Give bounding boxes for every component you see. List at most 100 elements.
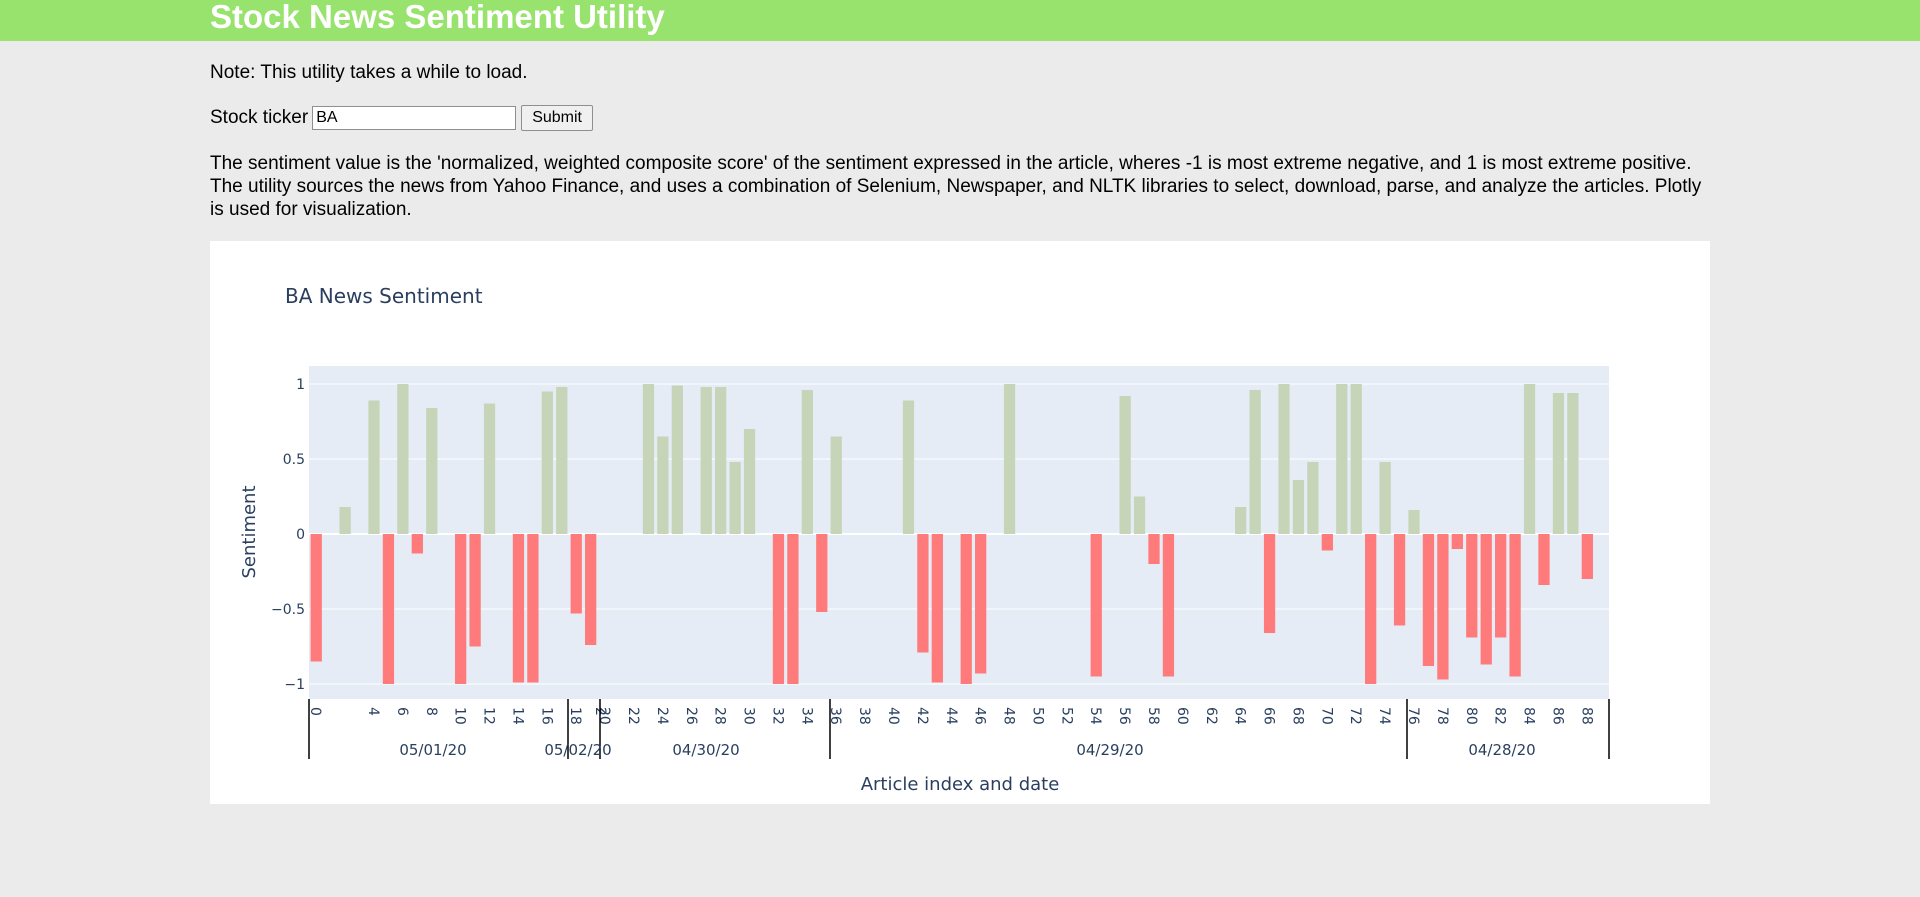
bar[interactable]: [1365, 534, 1377, 684]
bar[interactable]: [787, 534, 799, 684]
bar[interactable]: [382, 534, 395, 684]
bar[interactable]: [1162, 534, 1175, 677]
x-tick-label: 8: [423, 707, 439, 716]
bar[interactable]: [1263, 534, 1276, 633]
bar[interactable]: [917, 534, 929, 653]
x-tick-label: 30: [741, 707, 757, 725]
x-tick-label: 86: [1549, 707, 1565, 725]
bar[interactable]: [1567, 393, 1579, 534]
bar[interactable]: [931, 534, 943, 683]
bar[interactable]: [556, 387, 568, 534]
x-tick-label: 56: [1116, 707, 1132, 725]
bar[interactable]: [1278, 384, 1290, 534]
y-tick-label: 0.5: [283, 452, 305, 468]
bar[interactable]: [642, 384, 655, 534]
bar[interactable]: [1480, 534, 1492, 665]
bar[interactable]: [1437, 534, 1449, 680]
submit-button[interactable]: Submit: [521, 105, 593, 131]
app-title: Stock News Sentiment Utility: [210, 0, 665, 35]
bar[interactable]: [469, 534, 481, 647]
y-tick-label: 0: [296, 527, 305, 543]
x-tick-label: 34: [798, 707, 814, 725]
bar[interactable]: [1119, 396, 1131, 534]
bar[interactable]: [772, 534, 785, 684]
x-tick-label: 44: [943, 707, 959, 725]
x-axis-label: Article index and date: [861, 774, 1060, 795]
x-tick-label: 32: [769, 707, 785, 725]
bar[interactable]: [1581, 534, 1593, 579]
x-tick-label: 68: [1289, 707, 1305, 725]
bar[interactable]: [1422, 534, 1435, 666]
bar[interactable]: [455, 534, 467, 684]
bar[interactable]: [975, 534, 987, 674]
bar[interactable]: [1003, 384, 1016, 534]
bar[interactable]: [1552, 393, 1565, 534]
y-ticks: 1 0.5 0 −0.5 −1: [271, 377, 305, 693]
bar[interactable]: [1451, 534, 1463, 549]
y-tick-label: 1: [296, 377, 305, 393]
bar[interactable]: [729, 462, 741, 534]
bar[interactable]: [1090, 534, 1102, 677]
bar[interactable]: [310, 534, 322, 662]
bar[interactable]: [570, 534, 582, 614]
bar[interactable]: [411, 534, 423, 554]
ticker-input[interactable]: [312, 106, 517, 130]
bar[interactable]: [541, 391, 553, 535]
bar[interactable]: [715, 387, 727, 534]
bar[interactable]: [339, 507, 351, 534]
bar[interactable]: [527, 534, 539, 683]
bar[interactable]: [657, 436, 669, 535]
x-tick-label: 62: [1203, 707, 1219, 725]
x-tick-label: 24: [654, 707, 670, 725]
bar[interactable]: [1307, 462, 1319, 534]
bar[interactable]: [700, 387, 712, 534]
bar[interactable]: [483, 403, 496, 535]
x-tick-label: 12: [481, 707, 497, 725]
bar[interactable]: [1321, 534, 1333, 551]
bar[interactable]: [1523, 384, 1536, 534]
bar[interactable]: [1235, 507, 1247, 534]
bar[interactable]: [1336, 384, 1348, 534]
x-tick-label: 82: [1492, 707, 1508, 725]
x-tick-label: 80: [1463, 707, 1479, 725]
description-text: The sentiment value is the 'normalized, …: [210, 153, 1702, 220]
bar[interactable]: [1538, 534, 1550, 585]
bar[interactable]: [1292, 480, 1305, 534]
x-tick-label: 74: [1376, 707, 1392, 725]
x-tick-label: 50: [1029, 707, 1045, 725]
x-tick-label: 48: [1001, 707, 1017, 725]
bar[interactable]: [397, 384, 409, 534]
bar[interactable]: [1466, 534, 1478, 638]
x-tick-label: 14: [509, 707, 525, 725]
bar[interactable]: [1495, 534, 1507, 638]
bar[interactable]: [743, 429, 756, 534]
bar[interactable]: [1350, 384, 1362, 534]
chart-svg: BA News Sentiment 10.50−0.5−1 0 4 6 8 10 12 14…: [239, 284, 1610, 795]
bar[interactable]: [1393, 534, 1406, 626]
bar[interactable]: [368, 400, 380, 535]
x-tick-label: 28: [712, 707, 728, 725]
bar[interactable]: [801, 390, 813, 534]
bar[interactable]: [585, 534, 597, 645]
x-tick-label: 72: [1347, 707, 1363, 725]
x-tick-label: 52: [1058, 707, 1074, 725]
date-group-label: 04/29/20: [1076, 741, 1143, 759]
bar[interactable]: [1133, 496, 1146, 535]
bar[interactable]: [671, 385, 683, 535]
x-tick-label: 4: [365, 707, 381, 716]
bar[interactable]: [816, 534, 828, 612]
bar[interactable]: [830, 436, 842, 535]
bar[interactable]: [1148, 534, 1160, 564]
bar[interactable]: [960, 534, 972, 684]
bar[interactable]: [1509, 534, 1521, 677]
x-tick-label: 38: [856, 707, 872, 725]
date-group-label: 05/02/20: [544, 741, 611, 759]
bar[interactable]: [1249, 390, 1261, 534]
bar[interactable]: [512, 534, 525, 683]
date-group-label: 04/28/20: [1468, 741, 1535, 759]
bar[interactable]: [902, 400, 915, 535]
bar[interactable]: [1408, 510, 1420, 534]
bar[interactable]: [426, 408, 438, 534]
bar[interactable]: [1379, 462, 1391, 534]
x-tick-label: 26: [683, 707, 699, 725]
